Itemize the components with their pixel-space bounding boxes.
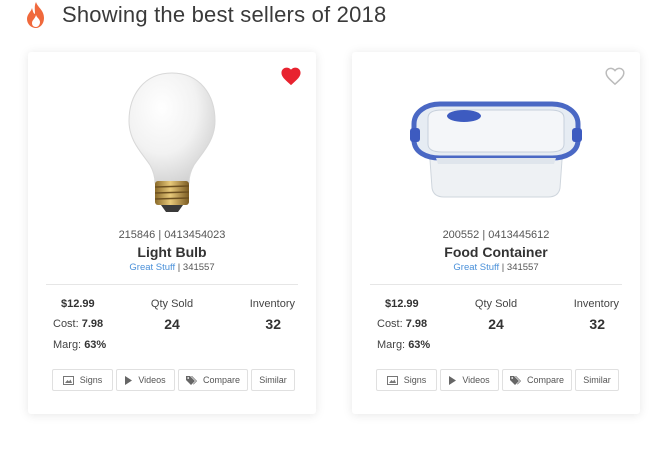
food-container-image xyxy=(410,101,582,198)
videos-button[interactable]: Videos xyxy=(116,369,175,391)
card-actions: Signs Videos Compare Similar xyxy=(52,369,298,393)
divider xyxy=(46,284,298,285)
card-actions: Signs Videos Compare Similar xyxy=(376,369,622,393)
play-icon xyxy=(125,375,133,385)
similar-button[interactable]: Similar xyxy=(251,369,295,391)
product-vendor: Great Stuff | 341557 xyxy=(453,262,539,273)
inventory-value: 32 xyxy=(265,316,281,332)
product-name[interactable]: Food Container xyxy=(352,244,640,260)
tags-icon xyxy=(185,375,197,385)
play-icon xyxy=(449,375,457,385)
margin: Marg: 63% xyxy=(53,339,107,351)
inventory-label: Inventory xyxy=(249,298,295,310)
tags-icon xyxy=(509,375,521,385)
product-vendor: Great Stuff | 341557 xyxy=(129,262,215,273)
product-ids: 215846 | 0413454023 xyxy=(118,229,226,241)
light-bulb-image xyxy=(128,72,216,212)
page-title: Showing the best sellers of 2018 xyxy=(62,2,387,27)
compare-button[interactable]: Compare xyxy=(502,369,572,391)
product-image[interactable] xyxy=(28,64,316,224)
vendor-id: 341557 xyxy=(506,262,539,273)
product-card[interactable]: 215846 | 0413454023 Light Bulb Great Stu… xyxy=(28,52,316,414)
inventory-value: 32 xyxy=(589,316,605,332)
page-header: Showing the best sellers of 2018 xyxy=(24,0,386,30)
product-stats: $12.99 Cost: 7.98 Marg: 63% Qty Sold 24 … xyxy=(352,298,640,358)
flame-icon xyxy=(27,2,44,28)
videos-button[interactable]: Videos xyxy=(440,369,499,391)
brand-link[interactable]: Great Stuff xyxy=(453,262,499,273)
product-ids: 200552 | 0413445612 xyxy=(442,229,550,241)
image-icon xyxy=(386,375,398,385)
image-icon xyxy=(62,375,74,385)
brand-link[interactable]: Great Stuff xyxy=(129,262,175,273)
signs-button[interactable]: Signs xyxy=(376,369,437,391)
signs-button[interactable]: Signs xyxy=(52,369,113,391)
similar-button[interactable]: Similar xyxy=(575,369,619,391)
product-image[interactable] xyxy=(352,64,640,224)
product-card[interactable]: 200552 | 0413445612 Food Container Great… xyxy=(352,52,640,414)
margin: Marg: 63% xyxy=(377,339,431,351)
product-stats: $12.99 Cost: 7.98 Marg: 63% Qty Sold 24 … xyxy=(28,298,316,358)
vendor-id: 341557 xyxy=(182,262,215,273)
product-name[interactable]: Light Bulb xyxy=(28,244,316,260)
divider xyxy=(370,284,622,285)
inventory-label: Inventory xyxy=(573,298,619,310)
compare-button[interactable]: Compare xyxy=(178,369,248,391)
